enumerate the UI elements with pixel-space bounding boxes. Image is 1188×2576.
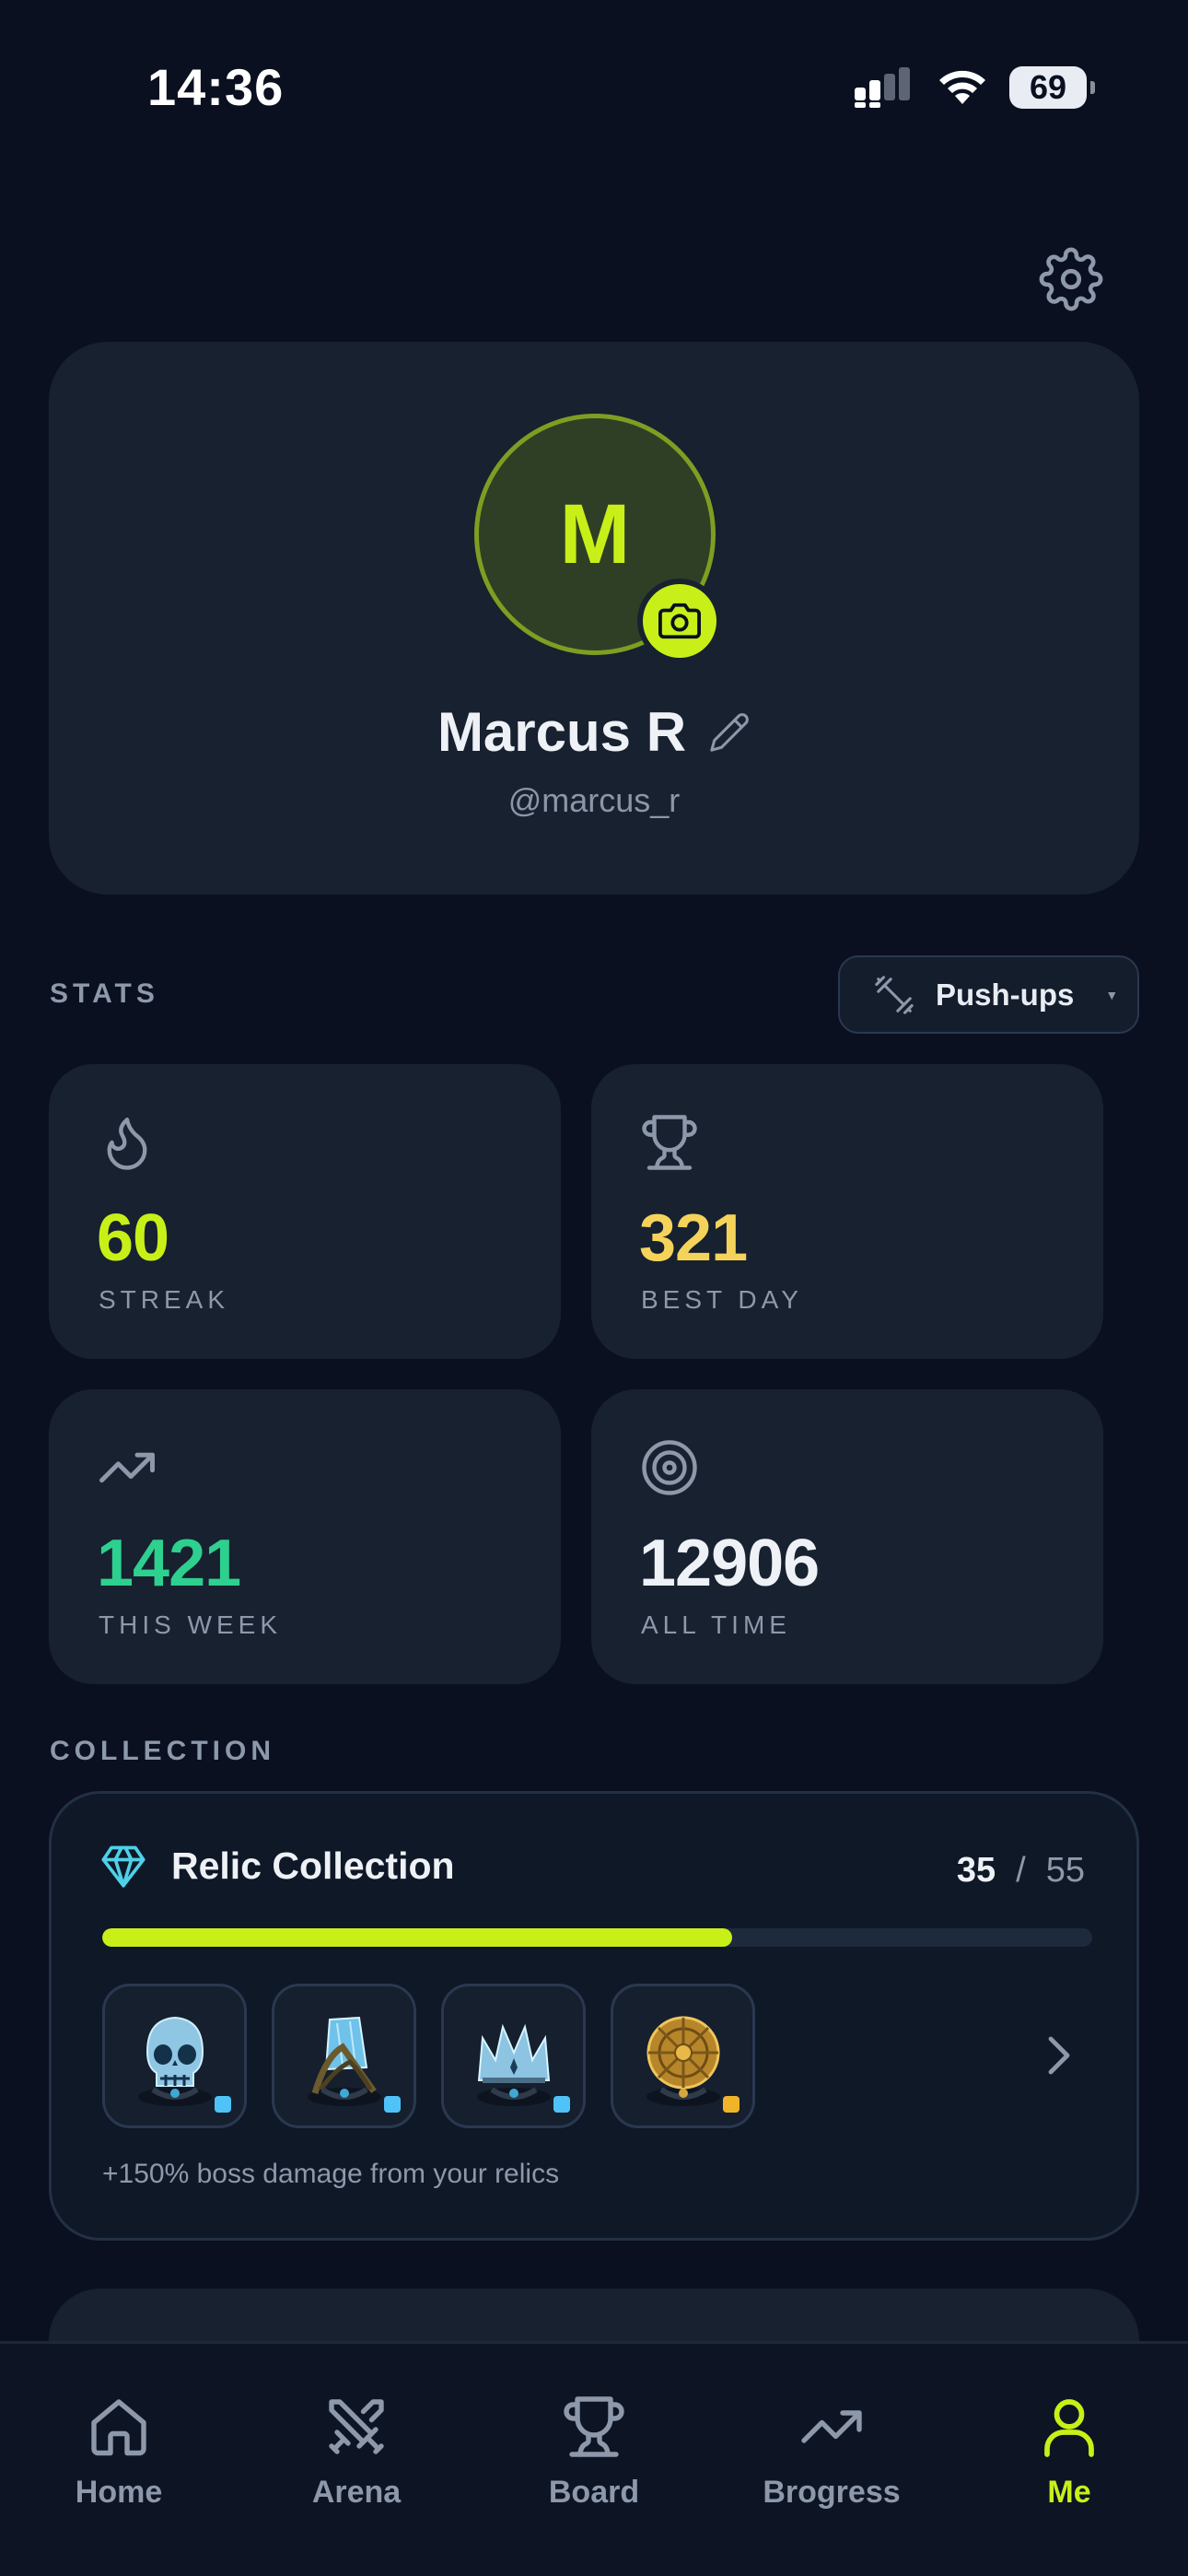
wifi-icon bbox=[939, 70, 985, 104]
ice-crystal-relic-icon bbox=[307, 2016, 381, 2106]
tab-label: Brogress bbox=[763, 2475, 901, 2510]
rarity-dot bbox=[215, 2096, 231, 2113]
stat-label: THIS WEEK bbox=[99, 1610, 283, 1639]
rarity-dot bbox=[723, 2096, 740, 2113]
relic-slot-golden-shield[interactable] bbox=[611, 1984, 755, 2128]
relic-slot-ice-crystal[interactable] bbox=[272, 1984, 416, 2128]
profile-handle: @marcus_r bbox=[507, 781, 681, 819]
user-icon bbox=[1044, 2399, 1094, 2457]
tab-bar: Home Arena Board Brogress Me bbox=[0, 2341, 1188, 2576]
tab-brogress[interactable]: Brogress bbox=[713, 2344, 950, 2576]
crown-relic-icon bbox=[476, 2023, 551, 2106]
relic-progress-fill bbox=[102, 1928, 732, 1947]
crossed-swords-icon bbox=[329, 2399, 384, 2454]
tab-home[interactable]: Home bbox=[0, 2344, 238, 2576]
camera-icon bbox=[658, 603, 701, 639]
tab-label: Home bbox=[75, 2475, 163, 2510]
relic-total-count: 55 bbox=[1045, 1851, 1085, 1890]
tab-board[interactable]: Board bbox=[475, 2344, 713, 2576]
flame-icon bbox=[107, 1118, 147, 1170]
stat-label: ALL TIME bbox=[641, 1610, 791, 1639]
relic-bonus-text: +150% boss damage from your relics bbox=[102, 2159, 560, 2189]
stat-card-best-day: 321 BEST DAY bbox=[591, 1064, 1103, 1359]
stat-card-streak: 60 STREAK bbox=[49, 1064, 561, 1359]
gear-icon[interactable] bbox=[1039, 247, 1103, 311]
tab-me[interactable]: Me bbox=[950, 2344, 1188, 2576]
dumbbell-icon bbox=[875, 975, 914, 1014]
stat-value: 60 bbox=[97, 1201, 169, 1275]
stat-value: 1421 bbox=[97, 1527, 241, 1600]
trophy-icon bbox=[564, 2396, 624, 2457]
tab-label: Board bbox=[548, 2475, 640, 2510]
stat-label: BEST DAY bbox=[641, 1285, 803, 1314]
relic-slots bbox=[102, 1984, 755, 2128]
stat-card-all-time: 12906 ALL TIME bbox=[591, 1389, 1103, 1684]
trophy-icon bbox=[642, 1115, 697, 1170]
relic-owned-count: 35 bbox=[956, 1851, 996, 1890]
golden-shield-relic-icon bbox=[646, 2016, 720, 2106]
target-icon bbox=[642, 1440, 697, 1495]
exercise-selector[interactable]: Push-ups ▼ bbox=[838, 955, 1139, 1034]
trending-up-icon bbox=[99, 1452, 155, 1483]
cellular-signal-icon bbox=[855, 67, 910, 108]
relic-collection-card[interactable]: Relic Collection 35 / 55 +150% boss dama… bbox=[49, 1791, 1139, 2241]
stats-section-label: STATS bbox=[50, 978, 159, 1009]
relic-slot-skull[interactable] bbox=[102, 1984, 247, 2128]
relic-count-separator: / bbox=[1016, 1851, 1026, 1890]
relic-progress-bar bbox=[102, 1928, 1092, 1947]
avatar-initial: M bbox=[559, 486, 631, 581]
chevron-down-icon: ▼ bbox=[1105, 987, 1119, 1002]
skull-relic-icon bbox=[137, 2016, 212, 2106]
stat-value: 321 bbox=[639, 1201, 748, 1275]
stat-label: STREAK bbox=[99, 1285, 230, 1314]
relic-count: 35 / 55 bbox=[957, 1851, 1085, 1891]
status-time: 14:36 bbox=[147, 58, 285, 116]
relic-title-row: Relic Collection bbox=[99, 1842, 455, 1890]
gem-icon bbox=[101, 1845, 146, 1888]
collection-section-label: COLLECTION bbox=[50, 1736, 275, 1766]
tab-arena[interactable]: Arena bbox=[238, 2344, 475, 2576]
change-photo-button[interactable] bbox=[637, 579, 722, 663]
trending-up-icon bbox=[801, 2410, 862, 2443]
rarity-dot bbox=[384, 2096, 401, 2113]
tab-label: Arena bbox=[311, 2475, 402, 2510]
relic-slot-crown[interactable] bbox=[441, 1984, 586, 2128]
home-icon bbox=[91, 2399, 146, 2456]
stat-value: 12906 bbox=[639, 1527, 820, 1600]
stat-card-this-week: 1421 THIS WEEK bbox=[49, 1389, 561, 1684]
rarity-dot bbox=[553, 2096, 570, 2113]
relic-collection-title: Relic Collection bbox=[171, 1844, 455, 1887]
edit-pencil-icon[interactable] bbox=[708, 711, 751, 754]
chevron-right-icon[interactable] bbox=[1042, 2032, 1076, 2079]
status-icons: 69 bbox=[855, 64, 1095, 111]
exercise-selected-value: Push-ups bbox=[936, 977, 1075, 1012]
tab-label: Me bbox=[1047, 2475, 1091, 2510]
profile-name-row: Marcus R bbox=[0, 700, 1188, 764]
battery-indicator: 69 bbox=[1009, 66, 1095, 109]
profile-name: Marcus R bbox=[437, 701, 687, 763]
